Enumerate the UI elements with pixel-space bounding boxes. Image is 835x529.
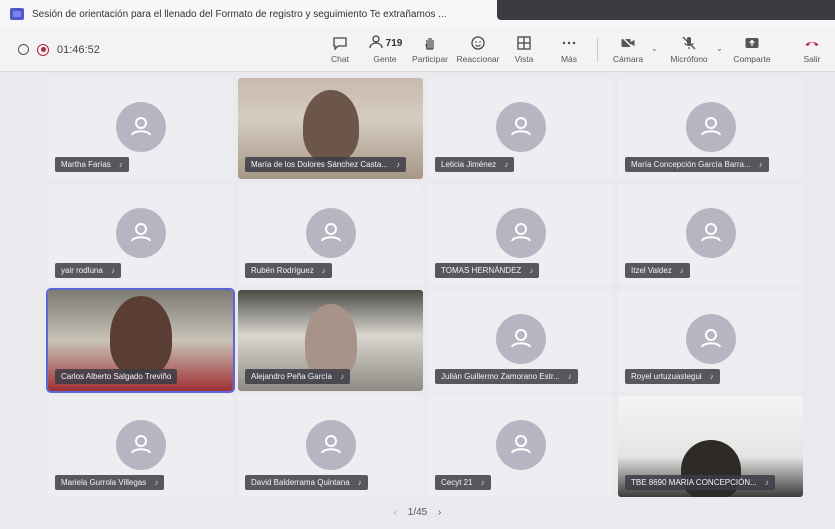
- share-icon: [744, 34, 760, 52]
- avatar-placeholder-icon: [685, 314, 736, 364]
- recording-icon: [37, 43, 49, 56]
- meeting-title: Sesión de orientación para el llenado de…: [32, 8, 447, 20]
- title-bar-controls-area: [497, 0, 835, 20]
- avatar-placeholder-icon: [495, 208, 546, 258]
- participant-name-label: Rubén Rodríguez ♪: [245, 263, 332, 278]
- toolbar-divider: [597, 38, 598, 62]
- teams-app-icon: [10, 8, 24, 20]
- participant-name-label: María Concepción García Barra... ♪: [625, 157, 769, 172]
- camera-options-chevron-icon[interactable]: ⌄: [651, 44, 658, 53]
- leave-call-icon: [804, 34, 820, 52]
- mic-muted-icon: ♪: [504, 160, 509, 169]
- mic-muted-icon: ♪: [480, 478, 485, 487]
- people-icon: [368, 34, 384, 53]
- participant-name-label: TBE 8690 MARIA CONCEPCIÓN... ♪: [625, 475, 775, 490]
- participant-name-label: yair rodluna ♪: [55, 263, 121, 278]
- participant-tile[interactable]: yair rodluna ♪: [48, 184, 233, 285]
- mic-muted-icon: ♪: [758, 160, 763, 169]
- mic-off-icon: [681, 34, 697, 52]
- participant-name-label: Martha Farías ♪: [55, 157, 129, 172]
- camera-off-icon: [620, 34, 636, 52]
- raise-hand-button[interactable]: Participar: [406, 34, 454, 64]
- page-indicator: 1/45: [407, 507, 428, 518]
- microphone-options-chevron-icon[interactable]: ⌄: [716, 44, 723, 53]
- mic-muted-icon: ♪: [118, 160, 123, 169]
- mic-muted-icon: ♪: [321, 266, 326, 275]
- smiley-icon: [470, 34, 486, 52]
- view-button[interactable]: Vista: [500, 34, 548, 64]
- grid-icon: [516, 34, 532, 52]
- participant-tile[interactable]: Mariela Gurrola Villegas ♪: [48, 396, 233, 497]
- participant-count: 719: [385, 37, 403, 49]
- participant-tile[interactable]: Leticia Jiménez ♪: [428, 78, 613, 179]
- avatar-placeholder-icon: [305, 208, 356, 258]
- participant-name-label: María de los Dolores Sánchez Casta... ♪: [245, 157, 406, 172]
- mic-muted-icon: ♪: [679, 266, 684, 275]
- meeting-toolbar: 01:46:52 Chat 719 Gente Participar Reacc…: [0, 28, 835, 72]
- participant-tile[interactable]: David Balderrama Quintana ♪: [238, 396, 423, 497]
- mic-muted-icon: ♪: [154, 478, 159, 487]
- camera-button[interactable]: Cámara: [604, 34, 652, 64]
- avatar-placeholder-icon: [115, 420, 166, 470]
- participant-tile[interactable]: Cecyt 21 ♪: [428, 396, 613, 497]
- mic-muted-icon: ♪: [709, 372, 714, 381]
- avatar-placeholder-icon: [685, 102, 736, 152]
- participant-name-label: TOMAS HERNÁNDEZ ♪: [435, 263, 540, 278]
- shield-icon: [18, 44, 29, 55]
- microphone-button[interactable]: Micrófono: [665, 34, 713, 64]
- chat-button[interactable]: Chat: [316, 34, 364, 64]
- participant-tile[interactable]: TOMAS HERNÁNDEZ ♪: [428, 184, 613, 285]
- recording-status: 01:46:52: [18, 43, 100, 56]
- meeting-timer: 01:46:52: [57, 43, 100, 56]
- react-button[interactable]: Reaccionar: [454, 34, 502, 64]
- participant-name-label: David Balderrama Quintana ♪: [245, 475, 368, 490]
- page-navigation: ‹ 1/45 ›: [0, 507, 835, 518]
- next-page-icon[interactable]: ›: [438, 507, 441, 518]
- previous-page-icon[interactable]: ‹: [394, 507, 397, 518]
- mic-muted-icon: ♪: [110, 266, 115, 275]
- participant-video-tile[interactable]: María de los Dolores Sánchez Casta... ♪: [238, 78, 423, 179]
- participant-tile[interactable]: Rubén Rodríguez ♪: [238, 184, 423, 285]
- avatar-placeholder-icon: [115, 102, 166, 152]
- share-button[interactable]: Comparte: [728, 34, 776, 64]
- mic-muted-icon: ♪: [567, 372, 572, 381]
- participant-name-label: Leticia Jiménez ♪: [435, 157, 515, 172]
- participant-tile[interactable]: Julián Guillermo Zamorano Estr... ♪: [428, 290, 613, 391]
- mic-muted-icon: ♪: [339, 372, 344, 381]
- avatar-placeholder-icon: [685, 208, 736, 258]
- chat-icon: [332, 34, 348, 52]
- participant-tile[interactable]: María Concepción García Barra... ♪: [618, 78, 803, 179]
- more-button[interactable]: Más: [545, 34, 593, 64]
- avatar-placeholder-icon: [495, 420, 546, 470]
- raise-hand-icon: [422, 34, 438, 52]
- mic-muted-icon: ♪: [529, 266, 534, 275]
- mic-muted-icon: ♪: [395, 160, 400, 169]
- avatar-placeholder-icon: [305, 420, 356, 470]
- mic-muted-icon: ♪: [764, 478, 769, 487]
- participant-grid: Martha Farías ♪ María de los Dolores Sánc…: [46, 78, 803, 498]
- participant-video-tile-active-speaker[interactable]: Carlos Alberto Salgado Treviño: [46, 288, 235, 393]
- participant-name-label: Mariela Gurrola Villegas ♪: [55, 475, 165, 490]
- participant-video: [302, 90, 359, 162]
- participant-video-tile[interactable]: Alejandro Peña García ♪: [238, 290, 423, 391]
- avatar-placeholder-icon: [495, 102, 546, 152]
- participant-video-tile[interactable]: TBE 8690 MARIA CONCEPCIÓN... ♪: [618, 396, 803, 497]
- avatar-placeholder-icon: [115, 208, 166, 258]
- avatar-placeholder-icon: [495, 314, 546, 364]
- participant-tile[interactable]: Royel urtuzuastegui ♪: [618, 290, 803, 391]
- participant-tile[interactable]: Martha Farías ♪: [48, 78, 233, 179]
- people-button[interactable]: 719 Gente: [361, 34, 409, 64]
- leave-button[interactable]: Salir: [788, 34, 835, 64]
- participant-video: [109, 296, 172, 376]
- mic-muted-icon: ♪: [357, 478, 362, 487]
- participant-name-label: Julián Guillermo Zamorano Estr... ♪: [435, 369, 578, 384]
- participant-tile[interactable]: Itzel Valdez ♪: [618, 184, 803, 285]
- window-titlebar: Sesión de orientación para el llenado de…: [0, 0, 835, 28]
- participant-name-label: Carlos Alberto Salgado Treviño: [55, 369, 178, 384]
- participant-name-label: Itzel Valdez ♪: [625, 263, 690, 278]
- participant-name-label: Alejandro Peña García ♪: [245, 369, 350, 384]
- more-icon: [561, 34, 577, 52]
- participant-name-label: Cecyt 21 ♪: [435, 475, 491, 490]
- participant-name-label: Royel urtuzuastegui ♪: [625, 369, 720, 384]
